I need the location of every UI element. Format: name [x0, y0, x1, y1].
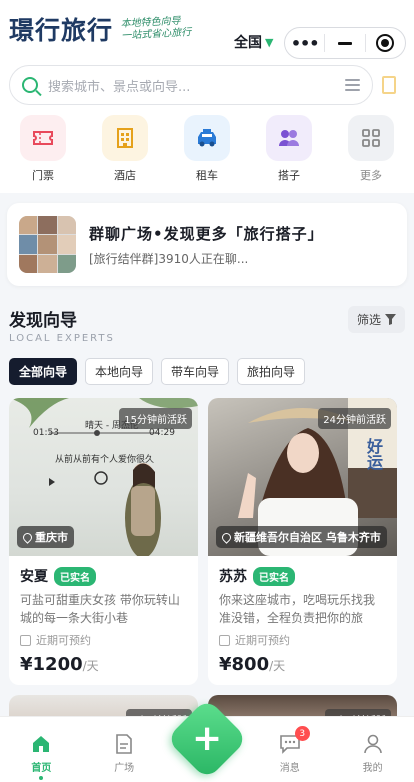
group-avatar-grid — [19, 216, 76, 273]
unread-badge: 3 — [294, 726, 310, 741]
tab-messages[interactable]: 3 消息 — [260, 726, 320, 774]
close-button[interactable] — [366, 28, 405, 58]
category-car-rental[interactable]: 租车 — [177, 115, 237, 183]
location-pin-icon — [21, 530, 34, 544]
header: 璟行旅行 本地特色向导 一站式省心旅行 全国 ▼ ••• — [0, 0, 414, 59]
guide-card[interactable]: 晴天 - 周杰伦 01:53 04:29 从前从前有个人爱你很久 15分钟前活跃… — [9, 398, 198, 685]
minimize-button[interactable] — [325, 28, 364, 58]
verified-badge: 已实名 — [54, 566, 96, 586]
dots-icon: ••• — [290, 33, 320, 53]
calendar-icon — [20, 634, 31, 646]
section-subtitle: LOCAL EXPERTS — [9, 333, 115, 344]
guide-description: 可盐可甜重庆女孩 带你玩转山城的每一条大街小巷 — [20, 593, 180, 625]
search-input[interactable]: 搜索城市、景点或向导... — [48, 76, 345, 95]
guide-price: ¥1200/天 — [20, 654, 99, 675]
target-icon — [376, 34, 395, 52]
tab-profile[interactable]: 我的 — [343, 732, 403, 774]
guide-name: 安夏 — [20, 569, 48, 585]
active-time: 15分钟前活跃 — [119, 408, 192, 429]
slogan: 本地特色向导 一站式省心旅行 — [120, 15, 192, 42]
guide-photo: 好运 24分钟前活跃 新疆维吾尔自治区 乌鲁木齐市 — [208, 398, 397, 556]
tab-photo-guides[interactable]: 旅拍向导 — [237, 358, 306, 385]
home-icon — [31, 732, 51, 756]
ticket-icon — [20, 115, 66, 161]
location-pin-icon — [220, 530, 233, 544]
tab-local-guides[interactable]: 本地向导 — [85, 358, 154, 385]
location-tag: 新疆维吾尔自治区 乌鲁木齐市 — [216, 526, 387, 548]
document-icon — [115, 732, 133, 756]
car-icon — [184, 115, 230, 161]
guide-card[interactable]: 好运 24分钟前活跃 新疆维吾尔自治区 乌鲁木齐市 苏苏 已实名 你来这座城市，吃… — [208, 398, 397, 685]
plus-icon: + — [165, 697, 248, 781]
guides-section: 发现向导 LOCAL EXPERTS 筛选 全部向导 本地向导 带车向导 旅拍向… — [0, 286, 414, 755]
partner-icon — [266, 115, 312, 161]
guide-tabs: 全部向导 本地向导 带车向导 旅拍向导 — [9, 358, 405, 385]
filter-icon — [385, 314, 396, 325]
guide-list: 晴天 - 周杰伦 01:53 04:29 从前从前有个人爱你很久 15分钟前活跃… — [9, 398, 405, 685]
publish-button[interactable]: + — [165, 697, 248, 781]
app-logo: 璟行旅行 — [9, 16, 114, 45]
guide-photo: 晴天 - 周杰伦 01:53 04:29 从前从前有个人爱你很久 15分钟前活跃… — [9, 398, 198, 556]
section-title: 发现向导 — [9, 311, 77, 331]
tab-car-guides[interactable]: 带车向导 — [161, 358, 230, 385]
region-selector[interactable]: 全国 ▼ — [234, 32, 273, 52]
category-hotel[interactable]: 酒店 — [95, 115, 155, 183]
banner-title: 群聊广场•发现更多「旅行搭子」 — [89, 224, 324, 243]
more-options-button[interactable]: ••• — [285, 28, 324, 58]
guide-description: 你来这座城市，吃喝玩乐找我准没错，全程负责把你的旅途... — [219, 593, 376, 625]
mini-program-capsule: ••• — [284, 27, 406, 59]
minus-icon — [337, 41, 352, 45]
menu-icon[interactable] — [345, 79, 360, 91]
chevron-down-icon: ▼ — [265, 35, 274, 49]
category-partner[interactable]: 搭子 — [259, 115, 319, 183]
calendar-icon — [219, 634, 230, 646]
guide-name: 苏苏 — [219, 569, 247, 585]
filter-button[interactable]: 筛选 — [347, 306, 405, 333]
search-icon — [22, 77, 38, 93]
category-row: 门票 酒店 租车 搭子 更多 — [0, 105, 414, 183]
banner-subtitle: [旅行结伴群]3910人正在聊... — [89, 251, 249, 266]
grid-icon — [348, 115, 394, 161]
location-tag: 重庆市 — [17, 526, 74, 548]
guide-price: ¥800/天 — [219, 654, 286, 675]
tab-square[interactable]: 广场 — [94, 732, 154, 774]
tab-home[interactable]: 首页 — [11, 732, 71, 780]
verified-badge: 已实名 — [253, 566, 295, 586]
group-chat-banner[interactable]: 群聊广场•发现更多「旅行搭子」 [旅行结伴群]3910人正在聊... — [7, 203, 407, 286]
tab-all-guides[interactable]: 全部向导 — [9, 358, 78, 385]
hotel-icon — [102, 115, 148, 161]
bottom-tab-bar: 首页 广场 + 3 消息 我的 — [0, 697, 414, 782]
user-icon — [363, 732, 383, 756]
active-time: 24分钟前活跃 — [318, 408, 391, 429]
top-area: 璟行旅行 本地特色向导 一站式省心旅行 全国 ▼ ••• 搜索城市、景点或向导.… — [0, 0, 414, 193]
search-bar[interactable]: 搜索城市、景点或向导... — [9, 65, 373, 105]
category-tickets[interactable]: 门票 — [13, 115, 73, 183]
category-more[interactable]: 更多 — [341, 115, 401, 183]
notebook-icon[interactable] — [382, 76, 396, 94]
